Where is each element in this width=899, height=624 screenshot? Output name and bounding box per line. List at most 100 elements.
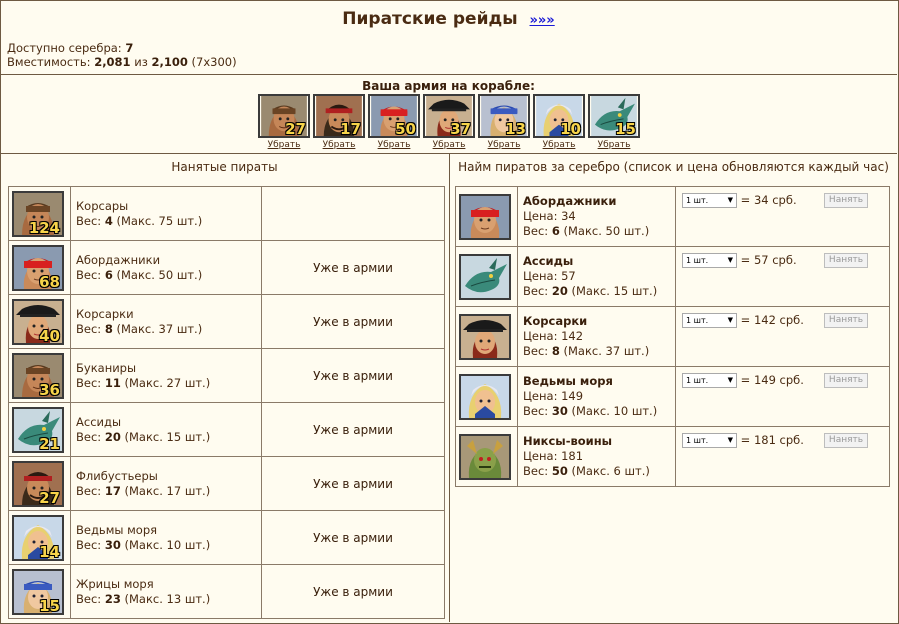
- unit-max: (Макс. 10 шт.): [124, 537, 211, 552]
- hire-button[interactable]: Нанять: [824, 373, 868, 388]
- unit-status: Уже в армии: [261, 564, 445, 619]
- remove-unit-button[interactable]: Убрать: [478, 140, 530, 150]
- corsair-portrait-icon: 124: [12, 190, 64, 237]
- sea-witch-portrait-icon: 14: [12, 514, 64, 561]
- unit-weight: 30: [551, 404, 568, 418]
- quantity-select[interactable]: 1 шт. ▼: [682, 313, 737, 328]
- chevron-down-icon: ▼: [727, 196, 733, 204]
- unit-count: 13: [505, 120, 526, 138]
- table-row: 21 Ассиды Вес: 20 (Макс. 15 шт.) Уже в ар…: [8, 402, 445, 457]
- quantity-select[interactable]: 1 шт. ▼: [682, 193, 737, 208]
- remove-unit-button[interactable]: Убрать: [588, 140, 640, 150]
- unit-name: Никсы-воины: [523, 434, 613, 448]
- unit-count: 17: [340, 120, 361, 138]
- quantity-select[interactable]: 1 шт. ▼: [682, 373, 737, 388]
- remove-unit-button[interactable]: Убрать: [533, 140, 585, 150]
- unit-max: (Макс. 17 шт.): [124, 483, 211, 498]
- corsairess-portrait-icon: 40: [12, 298, 64, 345]
- unit-count: 14: [39, 542, 60, 561]
- unit-weight: 23: [104, 591, 121, 606]
- total-price: = 149 срб.: [740, 373, 804, 387]
- unit-price: 149: [561, 389, 584, 403]
- unit-name: Ассиды: [523, 254, 574, 268]
- table-row: Никсы-воины Цена: 181 Вес: 50 (Макс. 6 шт.…: [455, 426, 890, 487]
- hire-button[interactable]: Нанять: [824, 433, 868, 448]
- remove-unit-button[interactable]: Убрать: [258, 140, 310, 150]
- weight-label: Вес:: [76, 321, 102, 336]
- unit-weight: 4: [104, 213, 113, 228]
- remove-unit-button[interactable]: Убрать: [313, 140, 365, 150]
- sea-witch-portrait-icon: 10: [533, 94, 585, 138]
- unit-count: 68: [39, 272, 60, 291]
- hire-button[interactable]: Нанять: [824, 193, 868, 208]
- hire-button[interactable]: Нанять: [824, 253, 868, 268]
- army-unit: 50 Убрать: [368, 94, 420, 150]
- chevron-down-icon: ▼: [727, 436, 733, 444]
- assida-portrait-icon: [459, 253, 511, 300]
- unit-max: (Макс. 37 шт.): [563, 344, 650, 358]
- unit-count: 21: [39, 434, 60, 453]
- unit-max: (Макс. 6 шт.): [571, 464, 650, 478]
- header: Пиратские рейды »»» Доступно серебра: 7 …: [0, 0, 897, 75]
- weight-label: Вес:: [76, 537, 102, 552]
- weight-label: Вес:: [76, 375, 102, 390]
- unit-max: (Макс. 75 шт.): [116, 213, 203, 228]
- army-unit: 27 Убрать: [258, 94, 310, 150]
- unit-status: Уже в армии: [261, 510, 445, 565]
- price-label: Цена:: [523, 389, 558, 403]
- unit-weight: 8: [104, 321, 113, 336]
- remove-unit-button[interactable]: Убрать: [423, 140, 475, 150]
- unit-weight: 6: [104, 267, 113, 282]
- unit-weight: 11: [104, 375, 121, 390]
- corsairess-portrait-icon: 37: [423, 94, 475, 138]
- total-price: = 142 срб.: [740, 313, 804, 327]
- weight-label: Вес:: [76, 429, 102, 444]
- unit-status: Уже в армии: [261, 294, 445, 349]
- column-divider: [449, 154, 450, 622]
- table-row: 68 Абордажники Вес: 6 (Макс. 50 шт.) Уже …: [8, 240, 445, 295]
- table-row: 15 Жрицы моря Вес: 23 (Макс. 13 шт.) Уже …: [8, 564, 445, 619]
- table-row: 36 Буканиры Вес: 11 (Макс. 27 шт.) Уже в …: [8, 348, 445, 403]
- filibuster-portrait-icon: 27: [12, 460, 64, 507]
- ship-army-units: 27 Убрать 17 Убрать 50 Убрать 37 Убрать …: [258, 94, 640, 150]
- unit-max: (Макс. 15 шт.): [124, 429, 211, 444]
- unit-name: Корсарки: [76, 306, 134, 321]
- page-title-text: Пиратские рейды: [342, 9, 518, 29]
- weight-label: Вес:: [76, 213, 102, 228]
- unit-max: (Макс. 10 шт.): [571, 404, 658, 418]
- unit-weight: 20: [551, 284, 568, 298]
- quantity-select[interactable]: 1 шт. ▼: [682, 253, 737, 268]
- unit-status: Уже в армии: [261, 240, 445, 295]
- chevron-down-icon: ▼: [727, 256, 733, 264]
- unit-max: (Макс. 50 шт.): [116, 267, 203, 282]
- details-link[interactable]: »»»: [530, 13, 555, 28]
- hire-button[interactable]: Нанять: [824, 313, 868, 328]
- boarder-portrait-icon: 50: [368, 94, 420, 138]
- assida-portrait-icon: 21: [12, 406, 64, 453]
- unit-count: 124: [28, 218, 60, 237]
- capacity-detail: (7x300): [191, 55, 237, 69]
- unit-price: 34: [561, 209, 576, 223]
- market-table: Абордажники Цена: 34 Вес: 6 (Макс. 50 шт.)…: [455, 186, 890, 487]
- total-price: = 181 срб.: [740, 433, 804, 447]
- unit-count: 27: [39, 488, 60, 507]
- market-title: Найм пиратов за серебро (список и цена о…: [458, 160, 889, 174]
- remove-unit-button[interactable]: Убрать: [368, 140, 420, 150]
- table-row: Корсарки Цена: 142 Вес: 8 (Макс. 37 шт.) 1…: [455, 306, 890, 367]
- unit-weight: 50: [551, 464, 568, 478]
- unit-name: Флибустьеры: [76, 468, 158, 483]
- unit-name: Жрицы моря: [76, 576, 154, 591]
- weight-label: Вес:: [523, 284, 549, 298]
- table-row: Абордажники Цена: 34 Вес: 6 (Макс. 50 шт.)…: [455, 186, 890, 247]
- quantity-value: 1 шт.: [686, 436, 709, 445]
- weight-label: Вес:: [523, 464, 549, 478]
- hired-table: 124 Корсары Вес: 4 (Макс. 75 шт.) 68 Абор…: [8, 186, 445, 619]
- boarder-portrait-icon: [459, 193, 511, 240]
- weight-label: Вес:: [76, 483, 102, 498]
- quantity-select[interactable]: 1 шт. ▼: [682, 433, 737, 448]
- quantity-value: 1 шт.: [686, 196, 709, 205]
- nixie-warrior-portrait-icon: [459, 433, 511, 480]
- unit-weight: 6: [551, 224, 560, 238]
- total-price: = 57 срб.: [740, 253, 797, 267]
- table-row: Ведьмы моря Цена: 149 Вес: 30 (Макс. 10 шт…: [455, 366, 890, 427]
